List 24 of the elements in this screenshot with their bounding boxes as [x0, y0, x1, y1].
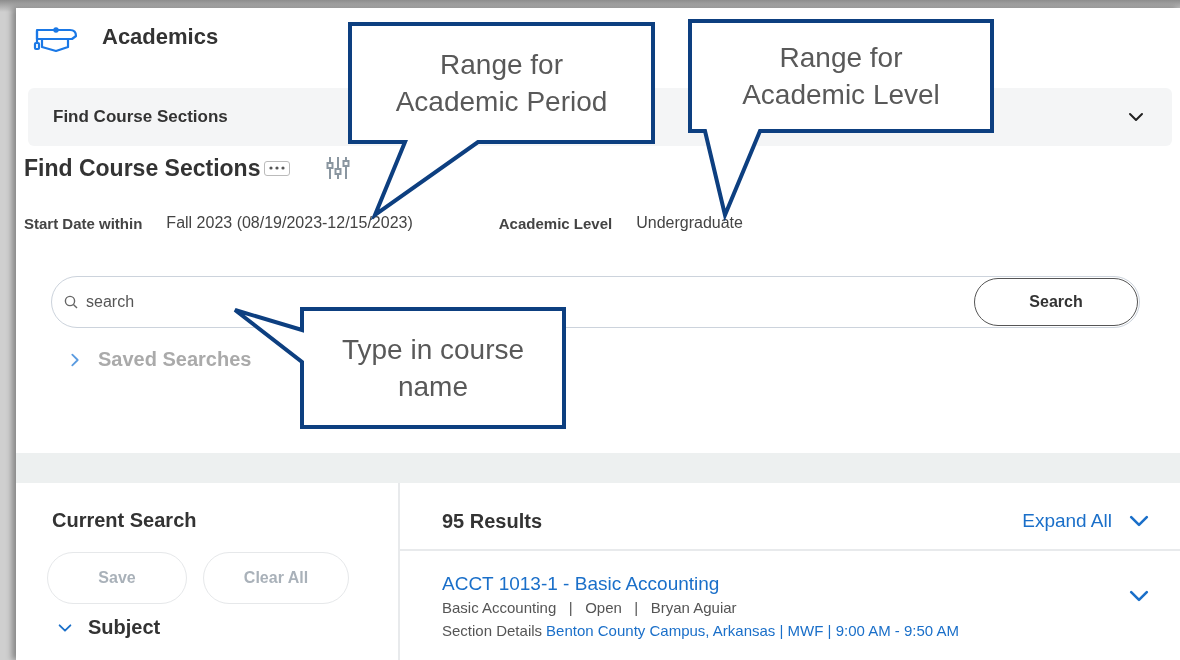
results-count: 95 Results [442, 509, 544, 533]
facet-toggle[interactable]: Subject [88, 616, 161, 639]
section-details-link[interactable]: Benton County Campus, Arkansas | MWF | 9:00 AM - 9:50 AM [546, 622, 960, 639]
callout-text: Type in course name [341, 333, 525, 404]
search-button[interactable]: Search [974, 278, 1138, 326]
criteria-label: Academic Level [498, 214, 613, 232]
callout-text: Range for Academic Level [742, 41, 940, 112]
callout-text: Range for Academic Period [395, 48, 608, 119]
details-label: Section Details [442, 622, 543, 639]
criteria-value: Undergraduate [636, 214, 743, 232]
panel-title: Current Search [52, 509, 198, 532]
app-title: Academics [102, 24, 219, 50]
more-icon [268, 165, 287, 171]
course-summary: Basic Accounting | Open | Bryan Aguiar [442, 599, 738, 616]
course-link[interactable]: ACCT 1013-1 - Basic Accounting [442, 573, 1126, 595]
search-input[interactable]: search [84, 292, 974, 312]
search-icon [64, 295, 78, 309]
more-button[interactable] [264, 160, 291, 176]
task-bar-title: Find Course Sections [53, 107, 228, 127]
expand-all-link[interactable]: Expand All [1022, 510, 1112, 532]
criteria-value: Fall 2023 (08/19/2023-12/15/2023) [166, 214, 413, 232]
criteria-label: Start Date within [24, 214, 143, 232]
page-heading: Find Course Sections [24, 154, 261, 182]
filter-settings-icon[interactable] [326, 156, 351, 180]
